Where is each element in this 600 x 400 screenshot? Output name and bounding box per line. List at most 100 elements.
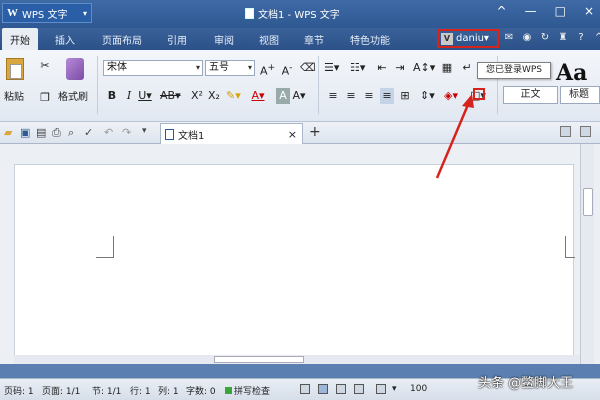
format-painter-button[interactable] [66,58,84,80]
shield-icon[interactable]: ◉ [521,32,533,43]
spellcheck-icon[interactable]: ✓ [84,126,93,139]
collapse-ribbon-button[interactable]: ^ [497,4,507,18]
shrink-font-icon[interactable]: A- [280,60,294,78]
open-icon[interactable]: ▰ [4,126,12,139]
grow-font-icon[interactable]: A+ [260,60,275,78]
check-status-icon [225,387,232,394]
ribbon-toggle-icon[interactable]: ^ [593,32,600,43]
italic-icon[interactable]: I [122,88,136,104]
spellcheck-toggle[interactable]: 拼写检查 [225,384,270,397]
app-name: WPS 文字 [22,9,68,21]
cut-icon[interactable]: ✂ [38,58,52,74]
web-view-icon[interactable] [354,384,364,394]
undo-icon[interactable]: ↶ [104,126,113,139]
close-tab-icon[interactable]: × [288,128,297,141]
shading-icon[interactable]: ◈▾ [444,88,458,104]
help-icon[interactable]: ? [575,32,587,43]
window-title: 文档1 - WPS 文字 [245,6,340,21]
chevron-down-icon: ▾ [82,8,87,18]
format-painter-label[interactable]: 格式刷 [58,90,88,106]
annotation-highlight [473,88,485,100]
full-screen-icon[interactable] [300,384,310,394]
bullet-list-icon[interactable]: ☰▾ [324,60,339,76]
status-row: 行: 1 [130,387,151,397]
document-tab[interactable]: 文档1 × [160,123,303,144]
pdf-icon[interactable]: ▤ [36,126,46,139]
paste-icon [6,58,24,80]
underline-icon[interactable]: U▾ [138,88,152,104]
minimize-button[interactable]: — [525,4,537,18]
tab-chapter[interactable]: 章节 [304,32,324,47]
divider [97,56,98,114]
align-left-icon[interactable]: ≡ [326,88,340,104]
superscript-icon[interactable]: X² [190,88,204,104]
document-tab-title: 文档1 [178,130,205,142]
zoom-level[interactable]: 100 [410,384,427,394]
tab-insert[interactable]: 插入 [55,32,75,47]
paragraph-mark-icon[interactable]: ↵ [460,60,474,76]
redo-icon[interactable]: ↷ [122,126,131,139]
distributed-icon[interactable]: ⊞ [398,88,412,104]
clear-format-icon[interactable]: ⌫ [300,60,316,76]
font-name-select[interactable]: 宋体 [103,60,203,76]
numbered-list-icon[interactable]: ☷▾ [350,60,365,76]
reading-view-icon[interactable] [376,384,386,394]
outline-view-icon[interactable] [336,384,346,394]
font-size-select[interactable]: 五号 [205,60,255,76]
line-spacing-icon[interactable]: ⇕▾ [420,88,435,104]
tab-review[interactable]: 审阅 [214,32,234,47]
vertical-scroll-thumb[interactable] [583,188,593,216]
font-color-icon[interactable]: A▾ [251,88,265,104]
document-tab-bar: ▰ ▣ ▤ ⎙ ⌕ ✓ ↶ ↷ ▾ 文档1 × + [0,122,600,144]
status-words: 字数: 0 [186,387,216,397]
paste-label[interactable]: 粘贴 [4,90,24,106]
spellcheck-label: 拼写检查 [234,387,271,397]
char-shading-icon[interactable]: A [276,88,290,104]
shirt-icon[interactable]: ♜ [557,32,569,43]
new-tab-button[interactable]: + [309,124,321,140]
tab-special-features[interactable]: 特色功能 [350,32,390,47]
align-right-icon[interactable]: ≡ [362,88,376,104]
justify-icon[interactable]: ≡ [380,88,394,104]
zoom-out-icon[interactable]: ▾ [392,384,397,394]
save-icon[interactable]: ▣ [20,126,30,139]
vertical-scrollbar[interactable] [580,144,594,364]
decrease-indent-icon[interactable]: ⇤ [375,60,389,76]
tab-home[interactable]: 开始 [2,28,38,50]
app-menu-button[interactable]: W WPS 文字 ▾ [2,3,92,23]
horizontal-scrollbar[interactable] [14,355,580,364]
copy-icon[interactable]: ❐ [38,90,52,106]
subscript-icon[interactable]: X₂ [207,88,221,104]
bold-icon[interactable]: B [105,88,119,104]
mail-icon[interactable]: ✉ [503,32,515,43]
document-page[interactable] [14,164,574,359]
refresh-icon[interactable]: ↻ [539,32,551,43]
tab-page-layout[interactable]: 页面布局 [102,32,142,47]
increase-indent-icon[interactable]: ⇥ [393,60,407,76]
tab-references[interactable]: 引用 [167,32,187,47]
char-border-icon[interactable]: A▾ [292,88,306,104]
customize-toolbar-icon[interactable]: ▾ [142,126,147,136]
tab-view[interactable]: 视图 [259,32,279,47]
window-title-text: 文档1 - WPS 文字 [258,10,340,21]
sort-icon[interactable]: A↕▾ [413,60,435,76]
highlight-icon[interactable]: ✎▾ [226,88,241,104]
table-icon[interactable]: ▦ [440,60,454,76]
print-preview-icon[interactable]: ⌕ [68,126,74,140]
restore-doc-icon[interactable] [580,126,591,137]
user-account-button[interactable]: V daniu▾ [437,29,499,48]
window-controls: ^ — □ × [497,4,594,18]
style-preview[interactable]: Aa [556,60,587,86]
maximize-button[interactable]: □ [555,4,566,18]
window-list-icon[interactable] [560,126,571,137]
close-button[interactable]: × [584,4,594,18]
horizontal-scroll-thumb[interactable] [214,356,304,363]
style-heading[interactable]: 标题 [560,86,600,104]
watermark-text: 头条 @鳖脚大王 [478,376,574,391]
style-normal[interactable]: 正文 [503,86,558,104]
strikethrough-icon[interactable]: AB▾ [160,88,181,104]
paste-button[interactable] [6,58,24,80]
print-icon[interactable]: ⎙ [52,126,61,140]
align-center-icon[interactable]: ≡ [344,88,358,104]
page-view-icon[interactable] [318,384,328,394]
